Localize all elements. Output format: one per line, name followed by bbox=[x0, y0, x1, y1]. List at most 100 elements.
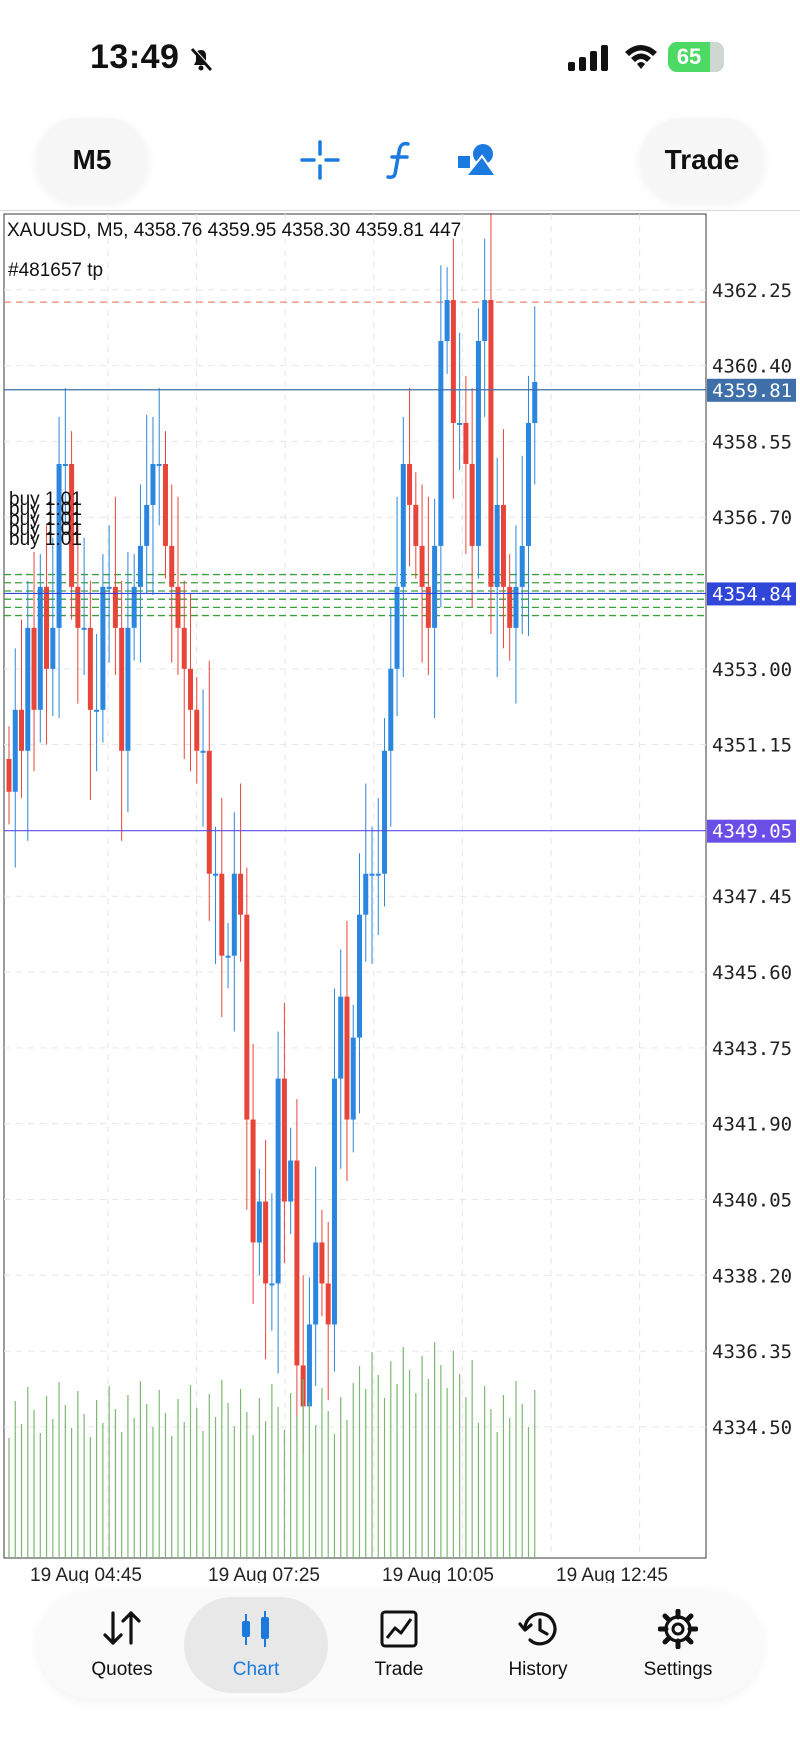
wifi-icon bbox=[625, 45, 657, 69]
timeframe-button[interactable]: M5 bbox=[36, 118, 148, 202]
candle-body bbox=[156, 463, 162, 466]
candle-body bbox=[238, 873, 244, 915]
candle-body bbox=[356, 914, 362, 1038]
candle-body bbox=[213, 873, 219, 876]
candle-body bbox=[194, 709, 200, 751]
candle-body bbox=[432, 545, 438, 628]
tab-trade[interactable]: Trade bbox=[327, 1597, 471, 1693]
candle-body bbox=[338, 996, 344, 1079]
y-tick-label: 4338.20 bbox=[712, 1265, 792, 1287]
y-tick-label: 4351.15 bbox=[712, 735, 792, 757]
candle-body bbox=[450, 300, 456, 423]
candle-body bbox=[438, 341, 444, 546]
candle-body bbox=[313, 1242, 319, 1325]
bell-muted-icon bbox=[190, 47, 213, 72]
y-tick-label: 4340.05 bbox=[712, 1189, 792, 1211]
candle-body bbox=[169, 545, 175, 587]
candle-body bbox=[382, 750, 388, 874]
x-tick-label: 19 Aug 10:05 bbox=[382, 1565, 494, 1583]
candle-body bbox=[419, 545, 425, 587]
candle-body bbox=[206, 750, 212, 874]
candle-body bbox=[413, 504, 419, 546]
candle-body bbox=[475, 341, 481, 546]
candle-body bbox=[162, 463, 168, 546]
chart-toolbar: M5 Trade bbox=[0, 110, 800, 211]
objects-icon[interactable] bbox=[456, 140, 498, 180]
candle-body bbox=[219, 873, 225, 956]
tab-quotes[interactable]: Quotes bbox=[50, 1597, 194, 1693]
trade-button[interactable]: Trade bbox=[640, 118, 764, 202]
candle-body bbox=[500, 504, 506, 587]
candle-body bbox=[400, 463, 406, 587]
tab-chart[interactable]: Chart bbox=[184, 1597, 328, 1693]
candle-body bbox=[231, 873, 237, 956]
candle-body bbox=[81, 627, 87, 630]
x-tick-label: 19 Aug 12:45 bbox=[556, 1565, 668, 1583]
candle-body bbox=[19, 709, 25, 751]
price-chart[interactable]: 4362.25 4360.40 4358.55 4356.70 4353.00 4351.… bbox=[0, 213, 800, 1583]
candle-body bbox=[263, 1201, 269, 1284]
chart-icon bbox=[242, 1611, 269, 1647]
trade-icon bbox=[380, 1610, 418, 1648]
tab-history[interactable]: History bbox=[466, 1597, 610, 1693]
bottom-tab-bar: Quotes Chart Trade History Settings bbox=[38, 1591, 762, 1699]
chart-ohlc-header: XAUUSD, M5, 4358.76 4359.95 4358.30 4359… bbox=[7, 220, 462, 241]
candle-body bbox=[444, 300, 450, 342]
tab-quotes-label: Quotes bbox=[91, 1659, 153, 1680]
battery-level: 65 bbox=[676, 44, 702, 69]
candle-body bbox=[294, 1160, 300, 1366]
indicators-icon[interactable] bbox=[382, 140, 418, 180]
chart-frame bbox=[3, 213, 707, 1559]
cellular-signal-icon bbox=[568, 45, 608, 71]
status-time: 13:49 bbox=[90, 38, 180, 76]
candle-body bbox=[150, 463, 156, 505]
y-tick-label: 4336.35 bbox=[712, 1341, 792, 1363]
crosshair-icon[interactable] bbox=[300, 140, 340, 180]
order-ticket-label: #481657 tp bbox=[8, 260, 104, 281]
candle-body bbox=[12, 709, 18, 792]
candle-body bbox=[532, 382, 538, 423]
x-tick-label: 19 Aug 07:25 bbox=[208, 1565, 320, 1583]
candle-body bbox=[225, 955, 231, 958]
candle-body bbox=[144, 504, 150, 546]
candle-body bbox=[482, 300, 488, 342]
y-tick-label: 4334.50 bbox=[712, 1417, 792, 1439]
tab-history-label: History bbox=[508, 1659, 568, 1680]
tab-settings-label: Settings bbox=[643, 1659, 713, 1680]
price-tag-label: 4354.84 bbox=[712, 583, 792, 605]
candle-body bbox=[275, 1078, 281, 1284]
candle-body bbox=[100, 586, 106, 710]
candle-body bbox=[269, 1283, 275, 1286]
candle-body bbox=[394, 586, 400, 669]
y-tick-label: 4360.40 bbox=[712, 356, 792, 378]
candle-body bbox=[256, 1201, 262, 1243]
candle-body bbox=[125, 627, 131, 751]
candle-body bbox=[525, 422, 531, 546]
y-tick-label: 4341.90 bbox=[712, 1114, 792, 1136]
history-icon bbox=[518, 1612, 557, 1646]
quotes-icon bbox=[103, 1611, 141, 1645]
candle-body bbox=[519, 545, 525, 587]
y-tick-label: 4356.70 bbox=[712, 507, 792, 529]
tab-settings[interactable]: Settings bbox=[606, 1597, 750, 1693]
candle-body bbox=[363, 873, 369, 915]
status-bar: 13:49 65 bbox=[0, 0, 800, 110]
candle-body bbox=[281, 1078, 287, 1202]
candle-body bbox=[388, 668, 394, 751]
candle-body bbox=[119, 627, 125, 751]
candle-body bbox=[244, 914, 250, 1120]
battery-indicator: 65 bbox=[668, 42, 724, 72]
order-buy-label: buy 1.01 bbox=[9, 529, 82, 550]
y-tick-label: 4353.00 bbox=[712, 659, 792, 681]
price-tag-label: 4349.05 bbox=[712, 821, 792, 843]
candle-body bbox=[37, 586, 43, 710]
candle-body bbox=[344, 996, 350, 1120]
candle-body bbox=[106, 586, 112, 589]
candle-body bbox=[457, 422, 463, 425]
candle-body bbox=[331, 1078, 337, 1325]
candle-body bbox=[494, 504, 500, 587]
y-tick-label: 4343.75 bbox=[712, 1038, 792, 1060]
candle-body bbox=[181, 627, 187, 669]
candle-body bbox=[306, 1324, 312, 1407]
candle-body bbox=[369, 873, 375, 876]
